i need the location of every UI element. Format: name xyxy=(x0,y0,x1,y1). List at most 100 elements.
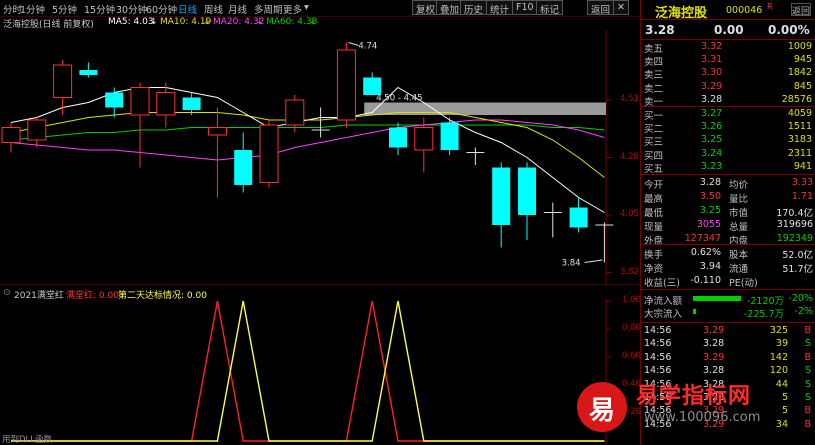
sells-volume: 1009 xyxy=(787,41,812,52)
period-tab-5[interactable]: 60分钟 xyxy=(146,2,177,16)
flow-bar xyxy=(693,309,696,314)
watermark-url: www.100096.com xyxy=(644,410,761,425)
close-icon[interactable]: ✕ xyxy=(613,0,629,15)
flow-row: 大宗流入 -225.7万 -2% xyxy=(641,306,815,320)
stats-value: 192349 xyxy=(776,233,813,244)
stats-value: 3.25 xyxy=(699,205,721,216)
stats2-label: 收益(三) xyxy=(644,278,680,289)
ma20-line xyxy=(10,119,605,161)
ma60-arrow: ↓ xyxy=(309,17,317,27)
stats2-label: 换手 xyxy=(644,250,664,261)
buys-label: 买四 xyxy=(644,150,664,162)
stock-code: 000046 xyxy=(726,5,763,16)
stats2-value: -0.110 xyxy=(690,275,721,286)
tick-row: 14:56 3.29 142 B xyxy=(641,352,815,364)
stats-value: 127347 xyxy=(684,233,721,244)
price-change-pct: 0.00% xyxy=(768,23,810,37)
period-tab-9[interactable]: 多周期 xyxy=(254,2,283,16)
more-dropdown-icon[interactable]: ▾ xyxy=(304,2,309,13)
toolbar-button-1[interactable]: 叠加 xyxy=(436,0,464,16)
sells-row: 卖一 3.28 28576 xyxy=(641,94,815,108)
flow-value: -2120万 xyxy=(746,296,784,307)
price-axis-label: 4.05 xyxy=(620,209,639,219)
toolbar-button-4[interactable]: F10 xyxy=(512,0,538,15)
last-price: 3.28 xyxy=(645,23,675,37)
candle xyxy=(466,147,485,165)
tick-price: 3.29 xyxy=(703,351,725,363)
candle xyxy=(285,95,305,133)
indicator-circle-icon: ⊙ xyxy=(3,288,11,298)
tick-side: B xyxy=(804,418,811,430)
tick-side: S xyxy=(804,338,811,350)
period-tab-8[interactable]: 月线 xyxy=(228,2,247,16)
toolbar-button-0[interactable]: 复权 xyxy=(412,0,440,16)
period-tab-6[interactable]: 日线 xyxy=(178,2,197,16)
buys-volume: 3183 xyxy=(787,134,812,146)
stats-value: 3055 xyxy=(696,219,721,230)
buys-price: 3.24 xyxy=(701,147,723,159)
tick-volume: 39 xyxy=(775,338,788,350)
candle xyxy=(105,87,124,118)
flow-label: 净流入额 xyxy=(644,296,683,307)
watermark-logo: 易 xyxy=(577,382,627,432)
sells-row: 卖三 3.30 1842 xyxy=(641,67,815,81)
watermark-logo-char: 易 xyxy=(588,396,615,426)
toolbar-button-5[interactable]: 标记 xyxy=(536,0,564,16)
flow-bar xyxy=(693,296,741,301)
sells-price: 3.30 xyxy=(701,67,723,79)
stats-label: 量比 xyxy=(729,194,749,205)
return-button[interactable]: 返回 xyxy=(587,0,615,16)
indicator-axis-label: 0.60 xyxy=(622,351,641,361)
indicator-chart[interactable] xyxy=(0,299,640,445)
buys-volume: 1511 xyxy=(787,121,812,133)
candle xyxy=(130,82,150,168)
period-tab-2[interactable]: 5分钟 xyxy=(52,2,77,16)
stats-label: 今开 xyxy=(644,180,664,191)
sells-volume: 1842 xyxy=(787,67,812,79)
chart-header: 泛海控股(日线 前复权) MA5: 4.03 ↓ MA10: 4.19 ↓ MA… xyxy=(0,16,606,30)
period-toolbar: 分时 1分钟 5分钟 15分钟 30分钟 60分钟 日线 周线 月线 多周期 更多 ▾ 复权 叠加 历史 统计… xyxy=(0,0,640,17)
back-button[interactable]: 返回 xyxy=(791,3,811,17)
flow-label: 大宗流入 xyxy=(644,309,683,320)
candle xyxy=(79,62,98,78)
buys-row: 买三 3.25 3183 xyxy=(641,134,815,148)
period-tab-7[interactable]: 周线 xyxy=(204,2,223,16)
tick-side: B xyxy=(804,325,811,336)
stats2-row: 净资 3.94 流通 51.7亿 xyxy=(641,261,815,275)
stats2-label: 流通 xyxy=(729,264,749,275)
candle xyxy=(259,120,279,188)
candlestick-chart[interactable]: 4.74 4.50 - 4.45 3.84 xyxy=(0,30,640,285)
buys-label: 买一 xyxy=(644,111,664,122)
sells-label: 卖五 xyxy=(644,44,664,55)
period-tab-4[interactable]: 30分钟 xyxy=(116,2,147,16)
tick-price: 3.29 xyxy=(703,325,725,336)
buys-volume: 2311 xyxy=(787,147,812,159)
tick-price: 3.28 xyxy=(703,338,725,350)
stats-value: 1.71 xyxy=(791,191,813,202)
buys-row: 买二 3.26 1511 xyxy=(641,121,815,135)
period-tab-3[interactable]: 15分钟 xyxy=(84,2,115,16)
buys-price: 3.27 xyxy=(701,108,723,119)
tick-time: 14:56 xyxy=(644,365,672,377)
stats2-value: 0.62% xyxy=(690,247,721,258)
price-axis-label: 4.51 xyxy=(620,94,639,104)
sells-row: 卖四 3.31 945 xyxy=(641,54,815,68)
toolbar-button-3[interactable]: 统计 xyxy=(486,0,514,16)
stats2-row: 换手 0.62% 股本 52.0亿 xyxy=(641,247,815,261)
tick-volume: 120 xyxy=(769,365,788,377)
tick-volume: 325 xyxy=(769,325,788,336)
buys-row: 买一 3.27 4059 xyxy=(641,108,815,122)
indicator-yellow-line xyxy=(11,300,605,442)
stats-value: 3.50 xyxy=(699,191,721,202)
period-tab-1[interactable]: 1分钟 xyxy=(20,2,45,16)
candle xyxy=(207,107,227,198)
sells-row: 卖五 3.32 1009 xyxy=(641,41,815,55)
tick-price: 3.28 xyxy=(703,365,725,377)
stats-row: 现量 3055 总量 319696 xyxy=(641,219,815,233)
tick-side: S xyxy=(804,378,811,390)
bottom-tab[interactable]: 用到DLL函数 xyxy=(2,433,52,445)
tick-side: B xyxy=(804,351,811,363)
toolbar-button-2[interactable]: 历史 xyxy=(460,0,488,16)
buys-label: 买五 xyxy=(644,163,664,175)
period-tab-10[interactable]: 更多 xyxy=(283,2,302,16)
